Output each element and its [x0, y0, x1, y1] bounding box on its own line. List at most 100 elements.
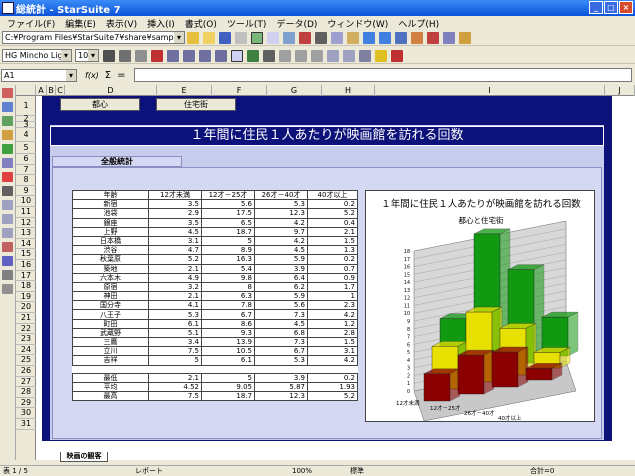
table-cell[interactable]: 2.1: [307, 226, 358, 237]
italic-icon[interactable]: [119, 49, 131, 62]
row-header[interactable]: 28: [16, 387, 36, 398]
table-cell[interactable]: 5.9: [254, 291, 308, 302]
show-draw-icon[interactable]: [2, 130, 13, 140]
bold-icon[interactable]: [103, 49, 115, 62]
row-header[interactable]: 24: [16, 345, 36, 356]
select-all-corner[interactable]: [16, 85, 36, 96]
table-cell[interactable]: 池袋: [72, 208, 149, 219]
row-header[interactable]: 30: [16, 408, 36, 419]
row-header[interactable]: 21: [16, 313, 36, 324]
table-cell[interactable]: 17.5: [201, 208, 255, 219]
number-format-icon[interactable]: [279, 49, 291, 62]
table-cell[interactable]: 国分寺: [72, 300, 149, 311]
table-cell[interactable]: 3.1: [307, 346, 358, 357]
table-cell[interactable]: 2.1: [148, 372, 202, 383]
table-cell[interactable]: 4.1: [148, 300, 202, 311]
table-cell[interactable]: 12.3: [254, 390, 308, 402]
table-cell[interactable]: 18.7: [201, 226, 255, 237]
row-header[interactable]: 7: [16, 165, 36, 176]
font-size-combo[interactable]: 10: [75, 49, 99, 62]
table-cell[interactable]: 1.2: [307, 318, 358, 329]
table-cell[interactable]: 0.4: [307, 217, 358, 228]
table-cell[interactable]: 上野: [72, 226, 149, 237]
add-decimal-icon[interactable]: [295, 49, 307, 62]
table-cell[interactable]: 7.5: [148, 390, 202, 402]
row-header[interactable]: 23: [16, 334, 36, 345]
menu-data[interactable]: データ(D): [271, 17, 322, 30]
table-cell[interactable]: 4.5: [254, 318, 308, 329]
row-header[interactable]: 16: [16, 260, 36, 271]
align-right-icon[interactable]: [199, 49, 211, 62]
table-cell[interactable]: 4.2: [307, 309, 358, 320]
table-cell[interactable]: 9.05: [201, 381, 255, 392]
row-header[interactable]: 4: [16, 128, 36, 142]
table-cell[interactable]: 6.2: [254, 281, 308, 293]
table-cell[interactable]: 7.8: [201, 300, 255, 311]
row-header[interactable]: 20: [16, 302, 36, 313]
table-cell[interactable]: 9.7: [254, 226, 308, 237]
table-cell[interactable]: 0.2: [307, 254, 358, 265]
table-cell[interactable]: 6.1: [201, 355, 255, 366]
col-header-j[interactable]: J: [605, 85, 635, 96]
indent-icon[interactable]: [327, 49, 339, 62]
col-header-c[interactable]: C: [56, 85, 65, 96]
group-icon[interactable]: [2, 270, 13, 280]
row-header[interactable]: 19: [16, 292, 36, 303]
row-header[interactable]: 25: [16, 355, 36, 366]
table-cell[interactable]: 4.52: [148, 381, 202, 392]
table-cell[interactable]: 原宿: [72, 281, 149, 293]
table-cell[interactable]: 三鷹: [72, 336, 149, 348]
table-cell[interactable]: 9.3: [201, 327, 255, 339]
form-controls-icon[interactable]: [2, 144, 13, 154]
table-cell[interactable]: 5.87: [254, 381, 308, 392]
col-header-f[interactable]: F: [212, 85, 267, 96]
table-cell[interactable]: 7.3: [254, 309, 308, 320]
col-header-b[interactable]: B: [47, 85, 56, 96]
align-left-icon[interactable]: [167, 49, 179, 62]
toshin-button[interactable]: 都心: [60, 98, 140, 111]
open-icon[interactable]: [203, 31, 215, 44]
edit-file-icon[interactable]: [187, 31, 199, 44]
delete-decimal-icon[interactable]: [311, 49, 323, 62]
redo-icon[interactable]: [379, 31, 391, 44]
table-cell[interactable]: 5.2: [148, 254, 202, 265]
table-cell[interactable]: 3.9: [254, 372, 308, 383]
row-header[interactable]: 1: [16, 96, 36, 116]
table-cell[interactable]: 8.6: [201, 318, 255, 329]
table-cell[interactable]: 4.5: [254, 245, 308, 256]
row-header[interactable]: 17: [16, 271, 36, 282]
table-cell[interactable]: 5.4: [201, 263, 255, 274]
insert-object-icon[interactable]: [2, 116, 13, 126]
insert-icon[interactable]: [2, 88, 13, 98]
jutakugai-button[interactable]: 住宅街: [156, 98, 236, 111]
table-cell[interactable]: 3.4: [148, 336, 202, 348]
table-cell[interactable]: 年齢: [72, 189, 149, 201]
table-cell[interactable]: 2.9: [148, 208, 202, 219]
gallery-icon[interactable]: [459, 31, 471, 44]
table-cell[interactable]: 26才－40才: [254, 189, 308, 201]
hyperlink-icon[interactable]: [395, 31, 407, 44]
table-cell[interactable]: 8.9: [201, 245, 255, 256]
mail-icon[interactable]: [235, 31, 247, 44]
print-icon[interactable]: [283, 31, 295, 44]
table-cell[interactable]: 5: [148, 355, 202, 366]
col-header-g[interactable]: G: [267, 85, 322, 96]
row-header[interactable]: 11: [16, 207, 36, 218]
table-cell[interactable]: 12.3: [254, 208, 308, 219]
sort-descending-icon[interactable]: [2, 228, 13, 238]
row-header[interactable]: 13: [16, 228, 36, 239]
table-cell[interactable]: 6.1: [148, 318, 202, 329]
table-cell[interactable]: 5.9: [254, 254, 308, 265]
table-cell[interactable]: 3.5: [148, 199, 202, 210]
col-header-d[interactable]: D: [65, 85, 157, 96]
table-cell[interactable]: 2.8: [307, 327, 358, 339]
table-cell[interactable]: 8: [201, 281, 255, 293]
cut-icon[interactable]: [315, 31, 327, 44]
row-header[interactable]: 26: [16, 366, 36, 377]
table-cell[interactable]: 3.9: [254, 263, 308, 274]
table-cell[interactable]: 平均: [72, 381, 149, 392]
row-header[interactable]: 31: [16, 419, 36, 430]
text-color-icon[interactable]: [391, 49, 403, 62]
table-cell[interactable]: 秋葉原: [72, 254, 149, 265]
table-cell[interactable]: 12才－25才: [201, 189, 255, 201]
